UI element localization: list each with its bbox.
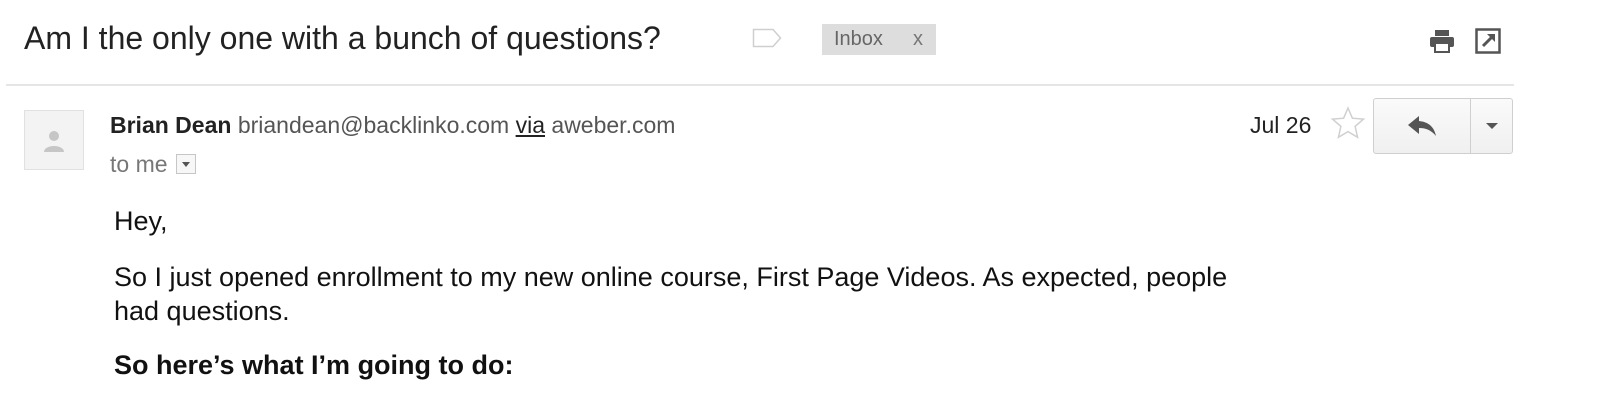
via-link[interactable]: via — [516, 112, 545, 138]
star-outline-icon[interactable] — [1330, 105, 1366, 141]
caret-down-icon — [1485, 123, 1498, 129]
email-bold-paragraph: So here’s what I’m going to do: — [114, 350, 514, 380]
show-details-toggle[interactable] — [175, 154, 196, 175]
recipient-line: to me — [110, 149, 196, 179]
via-domain: aweber.com — [551, 112, 676, 138]
email-paragraph: So I just opened enrollment to my new on… — [114, 262, 1228, 326]
label-tag-icon[interactable] — [752, 28, 782, 48]
reply-button-group — [1373, 98, 1513, 154]
print-icon[interactable] — [1428, 27, 1456, 55]
sender-line: Brian Dean briandean@backlinko.com via a… — [110, 110, 675, 140]
header-divider — [6, 84, 1514, 86]
email-view: Am I the only one with a bunch of questi… — [0, 0, 1600, 418]
inbox-label-text: Inbox — [834, 28, 883, 50]
sender-avatar[interactable] — [24, 110, 84, 170]
remove-label-button[interactable]: x — [913, 24, 923, 55]
email-greeting: Hey, — [114, 206, 168, 236]
sender-email: briandean@backlinko.com — [237, 112, 510, 138]
email-subject: Am I the only one with a bunch of questi… — [24, 20, 661, 56]
reply-button[interactable] — [1374, 99, 1471, 153]
inbox-label-chip[interactable]: Inbox x — [822, 24, 936, 55]
sender-name[interactable]: Brian Dean — [110, 112, 231, 138]
reply-arrow-icon — [1408, 116, 1436, 136]
person-placeholder-icon — [44, 131, 64, 152]
open-in-new-window-icon[interactable] — [1474, 27, 1502, 55]
recipient-label: to me — [110, 151, 168, 177]
message-date: Jul 26 — [1250, 112, 1312, 138]
more-actions-button[interactable] — [1471, 99, 1512, 153]
